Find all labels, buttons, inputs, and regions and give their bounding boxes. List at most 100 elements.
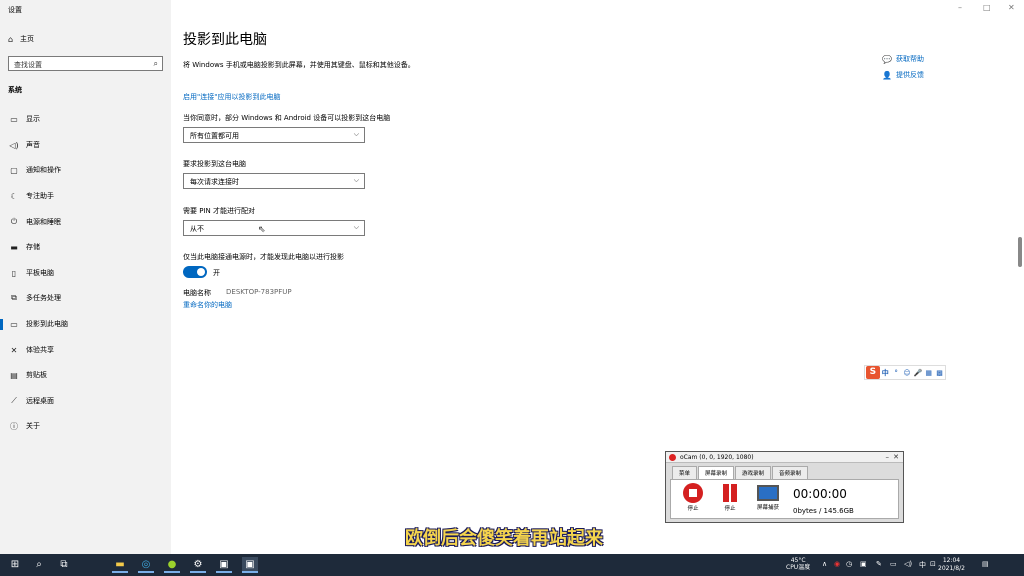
edge-browser-icon[interactable]: ◎ — [138, 557, 154, 573]
project-icon: ▭ — [10, 319, 18, 329]
tray-app-icon[interactable]: ▣ — [860, 560, 867, 568]
punctuation-icon[interactable]: ° — [891, 369, 902, 377]
toolbox-icon[interactable]: ▩ — [934, 369, 945, 377]
file-explorer-icon[interactable]: ▬ — [112, 557, 128, 573]
recording-timer: 00:00:00 — [793, 487, 847, 501]
ocam-capture-button[interactable]: 屏幕捕获 — [753, 483, 783, 511]
multitasking-icon: ⧉ — [11, 293, 17, 302]
get-help-label: 获取帮助 — [896, 55, 924, 63]
ocam-tab-screen-record[interactable]: 屏幕录制 — [698, 466, 735, 480]
sidebar-item-power[interactable]: ⏻ 电源和睡眠 — [0, 212, 171, 232]
availability-dropdown[interactable]: 所有位置都可用 ⌵ — [183, 127, 365, 143]
sidebar-item-display[interactable]: ▭ 显示 — [0, 109, 171, 129]
close-button[interactable]: ✕ — [1008, 3, 1015, 12]
ocam-tab-menu[interactable]: 菜单 — [672, 466, 698, 480]
keyboard-icon[interactable]: ▦ — [923, 369, 934, 377]
emoji-icon[interactable]: ☺ — [902, 369, 913, 377]
settings-gear-icon[interactable]: ⚙ — [190, 557, 206, 573]
pc-name-value: DESKTOP-783PFUP — [226, 288, 292, 296]
app-icon[interactable]: ● — [164, 557, 180, 573]
tray-record-icon[interactable]: ◉ — [834, 560, 840, 568]
pin-label: 需要 PIN 才能进行配对 — [183, 207, 255, 215]
dropdown-value: 从不 — [190, 225, 204, 233]
sidebar-item-shared-experiences[interactable]: ✕ 体验共享 — [0, 340, 171, 360]
taskbar: ⊞ ⌕ ⧉ ▬ ◎ ● ⚙ ▣ ▣ 45°C CPU温度 ∧ ◉ ◷ ▣ ✎ ▭… — [0, 554, 1024, 576]
sidebar-item-storage[interactable]: ▬ 存储 — [0, 237, 171, 257]
request-dropdown[interactable]: 每次请求连接时 ⌵ — [183, 173, 365, 189]
ocam-stop-button[interactable]: 停止 — [678, 483, 708, 512]
sidebar-item-clipboard[interactable]: ▤ 剪贴板 — [0, 365, 171, 385]
maximize-button[interactable]: □ — [983, 3, 991, 12]
ocam-tabs: 菜单 屏幕录制 游戏录制 音频录制 — [672, 466, 903, 480]
power-discovery-toggle[interactable] — [183, 266, 207, 278]
tray-pen-icon[interactable]: ✎ — [876, 560, 882, 568]
sidebar-item-project[interactable]: ▭ 投影到此电脑 — [0, 314, 171, 334]
search-input[interactable]: 查找设置 ⌕ — [8, 56, 163, 71]
sidebar-item-multitasking[interactable]: ⧉ 多任务处理 — [0, 288, 171, 308]
toggle-state-label: 开 — [213, 269, 220, 277]
chevron-down-icon: ⌵ — [353, 223, 359, 231]
scrollbar-thumb[interactable] — [1018, 237, 1022, 267]
taskbar-clock[interactable]: 12:04 2021/8/2 — [938, 557, 965, 573]
ocam-pause-button[interactable]: 停止 — [715, 483, 745, 512]
sidebar-item-notifications[interactable]: ▢ 通知和操作 — [0, 160, 171, 180]
dropdown-value: 所有位置都可用 — [190, 132, 239, 140]
ocam-minimize-button[interactable]: – — [886, 453, 890, 461]
task-view-icon[interactable]: ⧉ — [56, 557, 72, 573]
tray-input-icon[interactable]: ⊡ — [930, 560, 936, 568]
tray-network-icon[interactable]: ▭ — [890, 560, 897, 568]
ocam-tab-audio-record[interactable]: 音频录制 — [772, 466, 809, 480]
mouse-cursor-icon: ⇖ — [258, 225, 266, 235]
recorder-app-icon[interactable]: ▣ — [216, 557, 232, 573]
search-icon[interactable]: ⌕ — [31, 557, 47, 573]
feedback-label: 提供反馈 — [896, 71, 924, 79]
get-help-link[interactable]: 💬 获取帮助 — [882, 54, 924, 64]
about-icon: ⓘ — [10, 421, 18, 431]
sidebar-item-label: 远程桌面 — [26, 397, 54, 405]
minimize-button[interactable]: – — [958, 3, 962, 12]
cpu-temp-widget[interactable]: 45°C CPU温度 — [786, 557, 810, 571]
pause-icon — [720, 483, 740, 503]
page-title: 投影到此电脑 — [183, 32, 267, 48]
ocam-app-icon[interactable]: ▣ — [242, 557, 258, 573]
sidebar-item-about[interactable]: ⓘ 关于 — [0, 416, 171, 436]
feedback-link[interactable]: 👤 提供反馈 — [882, 70, 924, 80]
volume-icon[interactable]: ◁) — [904, 560, 912, 568]
tablet-icon: ▯ — [11, 268, 17, 278]
clock-date: 2021/8/2 — [938, 565, 965, 572]
microphone-icon[interactable]: 🎤 — [912, 369, 923, 377]
chevron-down-icon: ⌵ — [353, 176, 359, 184]
power-icon: ⏻ — [10, 217, 18, 226]
clock-time: 12:04 — [942, 557, 961, 564]
sidebar-item-label: 投影到此电脑 — [26, 320, 68, 328]
ime-toolbar[interactable]: S 中 ° ☺ 🎤 ▦ ▩ — [864, 365, 946, 380]
home-icon: ⌂ — [8, 34, 14, 44]
ocam-titlebar[interactable]: oCam (0, 0, 1920, 1080) – ✕ — [666, 452, 903, 463]
enable-connect-link[interactable]: 启用"连接"应用以投影到此电脑 — [183, 92, 280, 102]
sidebar-item-focus-assist[interactable]: ☾ 专注助手 — [0, 186, 171, 206]
section-heading: 系统 — [8, 86, 22, 94]
rename-pc-link[interactable]: 重命名你的电脑 — [183, 300, 232, 310]
chat-help-icon: 💬 — [882, 54, 892, 64]
ocam-pause-label: 停止 — [724, 506, 736, 512]
sidebar-item-sound[interactable]: ◁) 声音 — [0, 135, 171, 155]
sidebar-item-remote-desktop[interactable]: ⟋ 远程桌面 — [0, 391, 171, 411]
search-placeholder: 查找设置 — [14, 61, 42, 69]
clipboard-icon: ▤ — [10, 370, 18, 380]
sidebar-item-label: 关于 — [26, 422, 40, 430]
sidebar-item-tablet[interactable]: ▯ 平板电脑 — [0, 263, 171, 283]
notification-center-icon[interactable]: ▤ — [982, 560, 989, 568]
ocam-tab-game-record[interactable]: 游戏录制 — [735, 466, 772, 480]
tray-clock-icon[interactable]: ◷ — [846, 560, 852, 568]
ime-lang-tray[interactable]: 中 — [919, 560, 926, 570]
window-title: 设置 — [8, 6, 22, 14]
pin-dropdown[interactable]: 从不 ⌵ — [183, 220, 365, 236]
remote-desktop-icon: ⟋ — [11, 396, 17, 405]
notification-icon: ▢ — [10, 165, 18, 175]
display-icon: ▭ — [10, 114, 18, 124]
tray-chevron-up-icon[interactable]: ∧ — [822, 560, 827, 568]
ocam-close-button[interactable]: ✕ — [893, 453, 899, 461]
start-button-icon[interactable]: ⊞ — [7, 557, 23, 573]
home-nav[interactable]: ⌂ 主页 — [8, 33, 34, 45]
ime-lang-indicator[interactable]: 中 — [880, 368, 891, 378]
